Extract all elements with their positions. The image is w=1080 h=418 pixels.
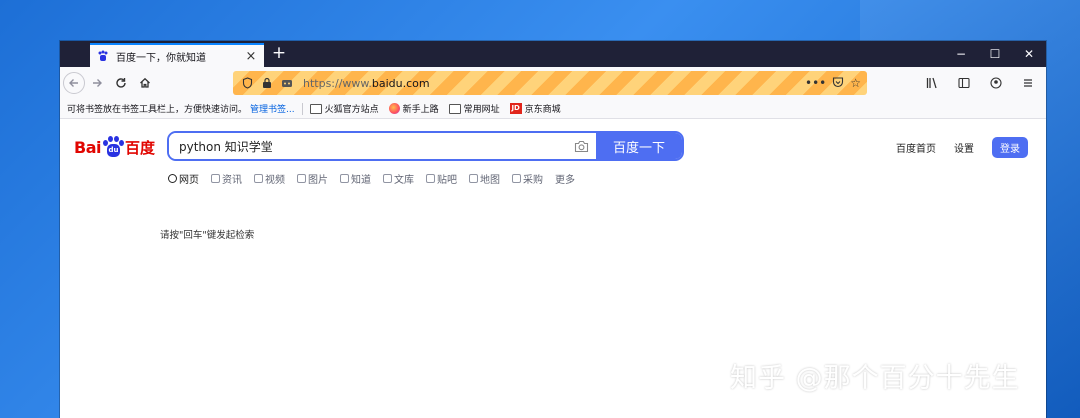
bookmark-jd[interactable]: JD 京东商城 bbox=[509, 102, 561, 115]
tab-baidu[interactable]: 百度一下，你就知道 × bbox=[90, 43, 264, 67]
document-icon bbox=[383, 174, 392, 183]
search-icon bbox=[168, 174, 177, 183]
tieba-icon bbox=[426, 174, 435, 183]
tab-purchase[interactable]: 采购 bbox=[512, 171, 543, 186]
baidu-logo[interactable]: Bai du 百度 bbox=[74, 136, 155, 158]
folder-icon bbox=[309, 103, 322, 114]
bookmarks-divider bbox=[301, 102, 303, 115]
pocket-icon[interactable] bbox=[832, 76, 844, 91]
tab-label: 贴吧 bbox=[437, 175, 457, 186]
url-scheme: https://www. bbox=[303, 76, 372, 90]
search-button[interactable]: 百度一下 bbox=[596, 133, 682, 159]
news-icon bbox=[211, 174, 220, 183]
tab-video[interactable]: 视频 bbox=[254, 171, 285, 186]
toolbar-right bbox=[920, 71, 1040, 95]
bookmark-label: 新手上路 bbox=[402, 105, 439, 115]
map-icon bbox=[469, 174, 478, 183]
tab-label: 资讯 bbox=[222, 175, 242, 186]
bookmark-label: 常用网址 bbox=[463, 105, 500, 115]
zhihu-watermark: 知乎 @那个百分十先生 bbox=[730, 363, 1020, 394]
bookmark-firefox-site[interactable]: 火狐官方站点 bbox=[309, 102, 379, 115]
maximize-button[interactable]: ☐ bbox=[978, 41, 1012, 67]
bookmark-label: 京东商城 bbox=[524, 105, 561, 115]
tab-zhidao[interactable]: 知道 bbox=[340, 171, 371, 186]
star-bookmark-icon[interactable]: ☆ bbox=[850, 76, 861, 90]
logo-latin: Bai bbox=[74, 137, 101, 157]
tab-label: 地图 bbox=[480, 175, 500, 186]
minimize-button[interactable]: − bbox=[944, 41, 978, 67]
window-controls: − ☐ ✕ bbox=[944, 41, 1046, 67]
lock-icon[interactable] bbox=[259, 75, 275, 91]
tab-label: 采购 bbox=[523, 175, 543, 186]
tab-images[interactable]: 图片 bbox=[297, 171, 328, 186]
tab-wenku[interactable]: 文库 bbox=[383, 171, 414, 186]
search-input[interactable] bbox=[169, 133, 566, 159]
tab-bar: 百度一下，你就知道 × + − ☐ ✕ bbox=[60, 41, 1046, 67]
page-actions-icon[interactable]: ••• bbox=[805, 76, 826, 90]
search-tabs: 网页 资讯 视频 图片 知道 文库 贴吧 地图 采购 更多 bbox=[168, 171, 575, 186]
search-box: 百度一下 bbox=[167, 131, 684, 161]
baidu-home-link[interactable]: 百度首页 bbox=[896, 140, 936, 155]
firefox-icon bbox=[388, 103, 400, 114]
tab-label: 视频 bbox=[265, 175, 285, 186]
top-links: 百度首页 设置 登录 bbox=[896, 137, 1028, 158]
close-window-button[interactable]: ✕ bbox=[1012, 41, 1046, 67]
reload-button[interactable] bbox=[109, 71, 133, 95]
bookmarks-bar: 可将书签放在书签工具栏上，方便快速访问。 管理书签... 火狐官方站点 新手上路… bbox=[60, 99, 1046, 119]
login-button[interactable]: 登录 bbox=[992, 137, 1028, 158]
new-tab-button[interactable]: + bbox=[268, 43, 290, 65]
tab-label: 图片 bbox=[308, 175, 328, 186]
home-button[interactable] bbox=[133, 71, 157, 95]
library-icon[interactable] bbox=[920, 71, 944, 95]
baidu-paw-icon bbox=[96, 49, 110, 63]
baidu-paw-icon: du bbox=[102, 136, 124, 158]
bookmark-getting-started[interactable]: 新手上路 bbox=[388, 102, 439, 115]
url-text[interactable]: https://www.baidu.com bbox=[303, 77, 805, 90]
url-bar[interactable]: https://www.baidu.com ••• ☆ bbox=[233, 71, 867, 95]
tab-web[interactable]: 网页 bbox=[168, 171, 199, 186]
tab-label: 更多 bbox=[555, 175, 575, 186]
sidebar-icon[interactable] bbox=[952, 71, 976, 95]
bookmark-common-sites[interactable]: 常用网址 bbox=[448, 102, 500, 115]
forward-arrow-icon bbox=[93, 79, 102, 87]
image-icon bbox=[297, 174, 306, 183]
tab-label: 网页 bbox=[179, 175, 199, 186]
url-actions: ••• ☆ bbox=[805, 76, 861, 91]
url-domain: baidu.com bbox=[371, 76, 430, 90]
question-icon bbox=[340, 174, 349, 183]
remote-control-icon bbox=[279, 75, 295, 91]
reload-icon bbox=[116, 78, 126, 88]
shield-icon[interactable] bbox=[239, 75, 255, 91]
tab-map[interactable]: 地图 bbox=[469, 171, 500, 186]
jd-icon: JD bbox=[509, 103, 522, 114]
tab-more[interactable]: 更多 bbox=[555, 171, 575, 186]
video-icon bbox=[254, 174, 263, 183]
forward-button[interactable] bbox=[85, 71, 109, 95]
menu-icon[interactable] bbox=[1016, 71, 1040, 95]
logo-cn: 百度 bbox=[124, 138, 155, 157]
settings-link[interactable]: 设置 bbox=[954, 140, 974, 155]
folder-icon bbox=[448, 103, 461, 114]
bookmarks-hint: 可将书签放在书签工具栏上，方便快速访问。 bbox=[67, 105, 248, 115]
enter-hint: 请按"回车"键发起检索 bbox=[160, 230, 255, 241]
manage-bookmarks-link[interactable]: 管理书签... bbox=[250, 102, 295, 115]
tab-title: 百度一下，你就知道 bbox=[116, 52, 206, 64]
tab-label: 文库 bbox=[394, 175, 414, 186]
tab-close-icon[interactable]: × bbox=[244, 49, 258, 64]
camera-icon[interactable] bbox=[566, 133, 596, 159]
bookmark-label: 火狐官方站点 bbox=[324, 105, 379, 115]
tab-tieba[interactable]: 贴吧 bbox=[426, 171, 457, 186]
back-button[interactable] bbox=[63, 72, 85, 94]
tab-news[interactable]: 资讯 bbox=[211, 171, 242, 186]
shopping-icon bbox=[512, 174, 521, 183]
tab-label: 知道 bbox=[351, 175, 371, 186]
back-arrow-icon bbox=[69, 79, 78, 87]
nav-bar: https://www.baidu.com ••• ☆ bbox=[60, 67, 1046, 99]
home-icon bbox=[140, 77, 150, 88]
logo-du: du bbox=[106, 144, 120, 157]
account-icon[interactable] bbox=[984, 71, 1008, 95]
